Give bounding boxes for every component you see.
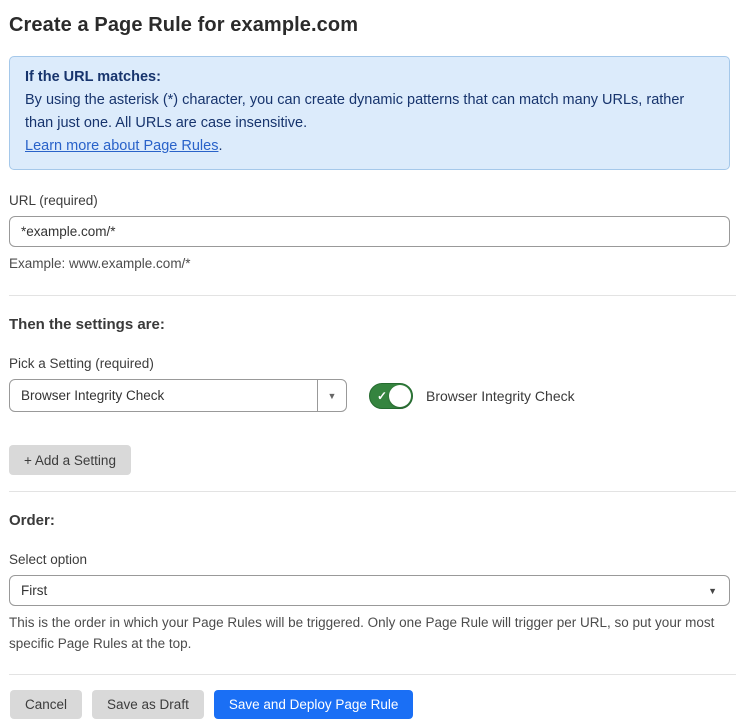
caret-down-icon: ▼ bbox=[708, 586, 717, 596]
setting-row: Browser Integrity Check ▼ ✓ Browser Inte… bbox=[9, 379, 730, 412]
order-helper-text: This is the order in which your Page Rul… bbox=[9, 612, 730, 654]
save-as-draft-button[interactable]: Save as Draft bbox=[92, 690, 204, 719]
divider bbox=[9, 674, 736, 675]
page-title: Create a Page Rule for example.com bbox=[9, 14, 730, 37]
order-select-value: First bbox=[21, 583, 47, 598]
order-select[interactable]: First ▼ bbox=[9, 575, 730, 606]
browser-integrity-toggle[interactable]: ✓ bbox=[369, 383, 413, 409]
settings-section-heading: Then the settings are: bbox=[9, 316, 730, 333]
toggle-label: Browser Integrity Check bbox=[426, 388, 575, 404]
learn-more-link[interactable]: Learn more about Page Rules bbox=[25, 138, 218, 154]
setting-dropdown-value: Browser Integrity Check bbox=[10, 380, 317, 411]
info-box-heading: If the URL matches: bbox=[25, 66, 714, 89]
url-field-label: URL (required) bbox=[9, 193, 730, 208]
divider bbox=[9, 491, 736, 492]
order-select-label: Select option bbox=[9, 552, 730, 567]
url-input[interactable] bbox=[9, 216, 730, 247]
save-and-deploy-button[interactable]: Save and Deploy Page Rule bbox=[214, 690, 414, 719]
pick-setting-label: Pick a Setting (required) bbox=[9, 356, 730, 371]
toggle-knob bbox=[389, 385, 411, 407]
setting-dropdown[interactable]: Browser Integrity Check ▼ bbox=[9, 379, 347, 412]
cancel-button[interactable]: Cancel bbox=[10, 690, 82, 719]
url-matches-info-box: If the URL matches: By using the asteris… bbox=[9, 56, 730, 170]
url-example-helper: Example: www.example.com/* bbox=[9, 253, 730, 274]
info-box-body: By using the asterisk (*) character, you… bbox=[25, 89, 714, 135]
footer-actions: Cancel Save as Draft Save and Deploy Pag… bbox=[9, 690, 730, 719]
add-setting-button[interactable]: + Add a Setting bbox=[9, 445, 131, 475]
check-icon: ✓ bbox=[377, 389, 387, 403]
setting-dropdown-caret-button[interactable]: ▼ bbox=[317, 380, 346, 411]
caret-down-icon: ▼ bbox=[328, 391, 337, 401]
order-section-heading: Order: bbox=[9, 512, 730, 529]
link-suffix: . bbox=[218, 138, 222, 154]
info-box-link-line: Learn more about Page Rules. bbox=[25, 135, 714, 158]
page-rule-form: Create a Page Rule for example.com If th… bbox=[0, 0, 750, 719]
divider bbox=[9, 295, 736, 296]
